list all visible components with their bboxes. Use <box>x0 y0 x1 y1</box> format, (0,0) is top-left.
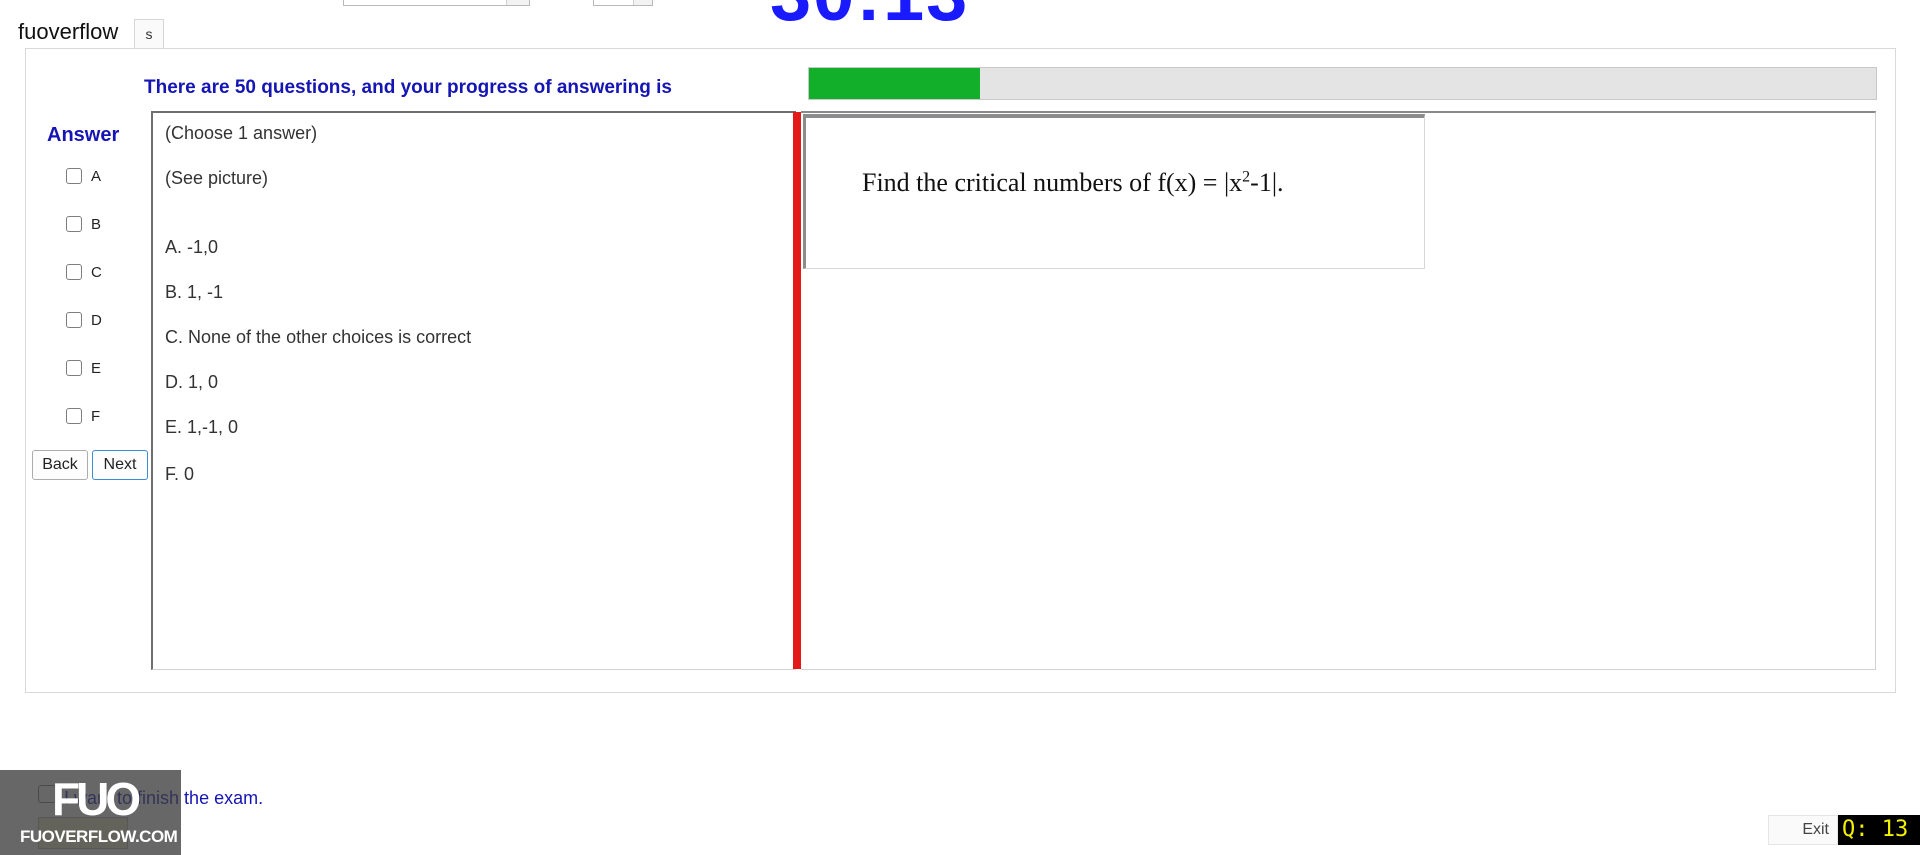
watermark-logo: FUO FUOVERFLOW.COM <box>0 770 181 855</box>
answer-option-b[interactable]: B <box>66 213 126 235</box>
top-small-combo-box[interactable] <box>593 0 653 6</box>
answer-checkbox-c[interactable] <box>66 264 82 280</box>
answer-checkbox-f[interactable] <box>66 408 82 424</box>
panel-splitter[interactable] <box>793 112 801 669</box>
answer-checkbox-e[interactable] <box>66 360 82 376</box>
answer-option-label: F <box>91 407 101 425</box>
exit-button[interactable]: Exit <box>1768 815 1838 845</box>
choice-item-d: D. 1, 0 <box>165 372 219 392</box>
answer-checkbox-d[interactable] <box>66 312 82 328</box>
answer-option-label: A <box>91 167 102 185</box>
answer-option-label: E <box>91 359 102 377</box>
answer-option-e[interactable]: E <box>66 357 126 379</box>
choice-instruction: (Choose 1 answer) <box>165 123 318 143</box>
answer-option-d[interactable]: D <box>66 309 126 331</box>
choice-item-a: A. -1,0 <box>165 237 219 257</box>
answer-checkbox-b[interactable] <box>66 216 82 232</box>
answer-option-c[interactable]: C <box>66 261 126 283</box>
choice-item-f: F. 0 <box>165 464 195 484</box>
watermark-site-name: FUOVERFLOW.COM <box>20 827 178 846</box>
answer-option-label: B <box>91 215 102 233</box>
answer-checkbox-a[interactable] <box>66 168 82 184</box>
exam-timer: 30:13 <box>770 0 969 32</box>
watermark-logo-mark: FUO <box>52 773 141 825</box>
answer-option-f[interactable]: F <box>66 405 126 427</box>
chevron-down-icon[interactable] <box>506 0 529 5</box>
answer-option-label: C <box>91 263 102 281</box>
choice-item-c: C. None of the other choices is correct <box>165 327 472 347</box>
progress-bar <box>808 67 1877 100</box>
choice-see-picture: (See picture) <box>165 168 269 188</box>
answer-option-label: D <box>91 311 102 329</box>
question-text-prefix: Find the critical numbers of f(x) = |x <box>862 168 1243 197</box>
answer-title: Answer <box>47 124 120 146</box>
choice-item-e: E. 1,-1, 0 <box>165 417 239 437</box>
choice-item-b: B. 1, -1 <box>165 282 224 302</box>
next-button[interactable]: Next <box>92 450 148 480</box>
question-counter: Q: 13 <box>1838 815 1920 845</box>
answer-option-a[interactable]: A <box>66 165 126 187</box>
choices-panel: (Choose 1 answer) (See picture) A. -1,0 … <box>151 111 796 670</box>
question-image: Find the critical numbers of f(x) = |x2-… <box>803 114 1425 269</box>
back-button[interactable]: Back <box>32 450 88 480</box>
progress-bar-fill <box>809 68 980 99</box>
top-combo-box[interactable] <box>343 0 530 6</box>
app-name: fuoverflow <box>18 19 119 44</box>
question-text: Find the critical numbers of f(x) = |x2-… <box>862 168 1284 198</box>
question-exponent: 2 <box>1242 168 1251 186</box>
tab-stub[interactable]: s <box>134 19 164 48</box>
progress-label: There are 50 questions, and your progres… <box>144 77 672 98</box>
chevron-down-icon[interactable] <box>633 0 652 5</box>
question-text-suffix: -1|. <box>1250 168 1284 197</box>
